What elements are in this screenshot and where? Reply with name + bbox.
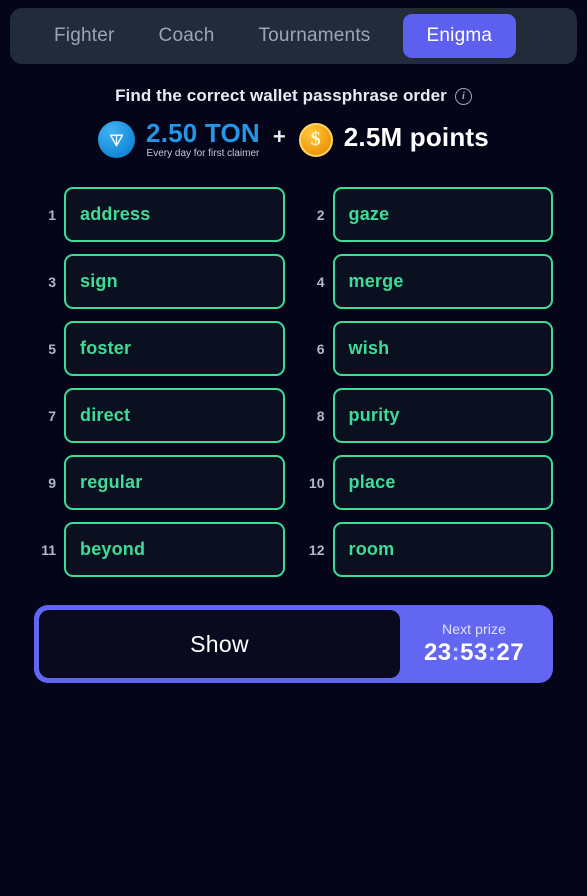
next-prize-timer: 23:53:27: [424, 639, 524, 667]
word-number: 2: [316, 206, 325, 223]
word-number: 8: [316, 407, 325, 424]
word-box[interactable]: wish: [332, 321, 553, 377]
word-box[interactable]: foster: [64, 321, 285, 377]
page-title: Find the correct wallet passphrase order: [115, 86, 447, 105]
word-cell-12: 12 room: [303, 522, 553, 578]
show-button[interactable]: Show: [39, 610, 400, 679]
word-box[interactable]: direct: [64, 388, 285, 444]
page-title-row: Find the correct wallet passphrase order…: [0, 86, 587, 106]
ton-claim-note: Every day for first claimer: [146, 148, 260, 160]
word-number: 7: [48, 407, 56, 424]
dollar-coin-icon: $: [298, 122, 333, 157]
word-number: 3: [48, 273, 56, 290]
next-prize-panel: Next prize 23:53:27: [400, 610, 548, 678]
word-cell-7: 7 direct: [34, 388, 285, 444]
plus-separator: +: [272, 124, 286, 149]
word-box[interactable]: address: [64, 187, 285, 243]
timer-minutes: 53: [460, 639, 488, 667]
word-cell-1: 1 address: [34, 187, 285, 243]
word-number: 1: [48, 206, 56, 223]
tab-tournaments[interactable]: Tournaments: [236, 25, 392, 47]
ton-diamond-icon: [98, 121, 136, 159]
ton-reward-block: 2.50 TON Every day for first claimer: [146, 118, 260, 160]
word-number: 9: [48, 474, 56, 491]
points-amount: 2.5M points: [343, 122, 489, 152]
word-box[interactable]: place: [332, 455, 553, 511]
timer-separator: :: [451, 639, 461, 667]
next-prize-label: Next prize: [441, 621, 507, 638]
word-cell-2: 2 gaze: [303, 187, 553, 243]
timer-hours: 23: [423, 639, 452, 667]
info-icon[interactable]: i: [454, 87, 472, 105]
word-box[interactable]: regular: [64, 455, 285, 511]
word-cell-3: 3 sign: [34, 254, 285, 310]
word-cell-9: 9 regular: [34, 455, 285, 511]
top-navigation-bar: Fighter Coach Tournaments Enigma: [10, 8, 577, 64]
word-number: 4: [316, 273, 325, 290]
word-number: 6: [316, 340, 325, 357]
prize-summary: 2.50 TON Every day for first claimer + $…: [0, 118, 587, 160]
word-cell-5: 5 foster: [34, 321, 285, 377]
word-cell-11: 11 beyond: [34, 522, 285, 578]
word-box[interactable]: sign: [64, 254, 285, 310]
word-box[interactable]: purity: [332, 388, 553, 444]
word-box[interactable]: merge: [332, 254, 553, 310]
word-number: 11: [41, 541, 56, 558]
tab-enigma[interactable]: Enigma: [402, 14, 517, 58]
word-box[interactable]: gaze: [332, 187, 553, 243]
word-cell-8: 8 purity: [303, 388, 553, 444]
ton-amount: 2.50 TON: [146, 118, 260, 148]
passphrase-grid: 1 address 2 gaze 3 sign 4 merge 5 foster…: [34, 187, 553, 578]
word-box[interactable]: room: [332, 522, 553, 578]
action-bar: Show Next prize 23:53:27: [34, 605, 553, 684]
word-cell-4: 4 merge: [303, 254, 553, 310]
word-cell-10: 10 place: [303, 455, 553, 511]
word-cell-6: 6 wish: [303, 321, 553, 377]
word-number: 12: [308, 541, 325, 558]
timer-seconds: 27: [496, 639, 525, 667]
word-number: 10: [308, 474, 325, 491]
tab-fighter[interactable]: Fighter: [32, 25, 137, 47]
word-box[interactable]: beyond: [64, 522, 285, 578]
tab-coach[interactable]: Coach: [137, 25, 237, 47]
word-number: 5: [48, 340, 56, 357]
